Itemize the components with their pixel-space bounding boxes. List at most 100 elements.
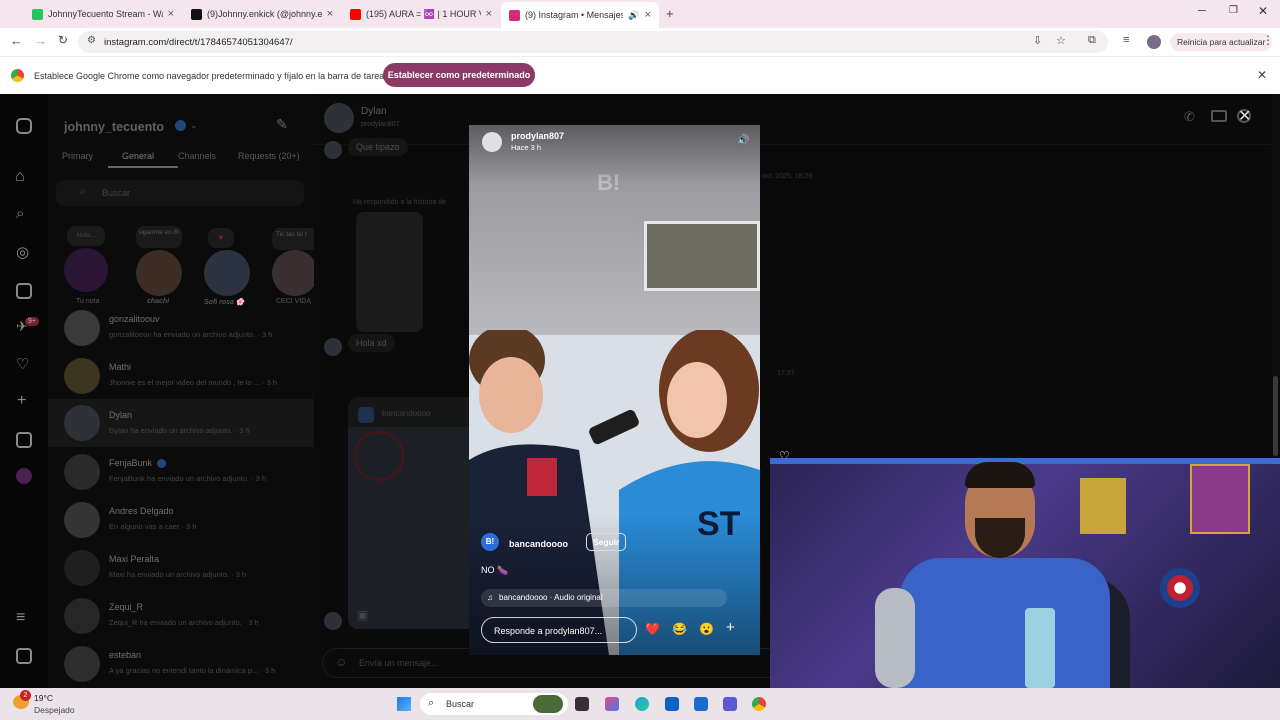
thread-item[interactable]: Maxi Peralta Maxi ha enviado un archivo … — [48, 550, 314, 598]
avatar — [64, 550, 100, 586]
story-account[interactable]: bancandoooo — [509, 539, 568, 549]
weather-badge: 2 — [20, 690, 31, 701]
chat-name[interactable]: Dylan — [361, 106, 387, 117]
profile-avatar[interactable] — [16, 468, 32, 484]
thread-item[interactable]: Zequi_R Zequi_R ha enviado un archivo ad… — [48, 598, 314, 646]
audio-pill[interactable]: ♫ bancandoooo · Audio original — [481, 589, 727, 607]
note-sofi[interactable]: ♥ Sofi rosa 🌸 — [202, 226, 258, 306]
active-tab-underline — [108, 166, 178, 168]
drink-can — [1025, 608, 1055, 688]
media-controls-icon[interactable]: ≡ — [1123, 34, 1129, 46]
reaction-heart-button[interactable]: ❤️ — [645, 622, 660, 636]
notifications-heart-icon[interactable]: ♡ — [16, 355, 29, 373]
close-tab-icon[interactable]: × — [327, 8, 333, 20]
copilot-icon[interactable] — [605, 697, 619, 711]
tab-general[interactable]: General — [122, 151, 154, 161]
reel-icon[interactable]: ▣ — [357, 608, 368, 622]
scrollbar-thumb[interactable] — [1273, 376, 1278, 456]
windows-start-icon[interactable] — [397, 697, 411, 711]
task-view-icon[interactable] — [575, 697, 589, 711]
site-info-icon[interactable]: ⚙ — [87, 35, 96, 46]
more-reactions-plus-icon[interactable]: + — [726, 619, 735, 636]
maximize-icon[interactable]: ❐ — [1229, 5, 1238, 16]
outlook-icon[interactable] — [665, 697, 679, 711]
tab-primary[interactable]: Primary — [62, 151, 93, 161]
close-tab-icon[interactable]: × — [486, 8, 492, 20]
extensions-icon[interactable]: ⧉ — [1088, 34, 1096, 47]
note-ceci[interactable]: Tic tac tic t CECI VIDA — [270, 226, 314, 306]
avatar — [64, 598, 100, 634]
explore-icon[interactable]: ◎ — [16, 243, 29, 261]
avatar — [204, 250, 250, 296]
chat-avatar[interactable] — [324, 103, 354, 133]
story-viewer[interactable]: B! ST prodylan807 Hace 3 h 🔊 B! bancando… — [469, 125, 760, 655]
story-user-avatar[interactable] — [482, 132, 502, 152]
mute-icon[interactable]: 🔊 — [737, 135, 749, 146]
speaker-icon[interactable]: 🔊 — [628, 10, 639, 21]
chevron-down-icon[interactable]: ⌄ — [190, 120, 198, 131]
close-infobar-icon[interactable]: ✕ — [1257, 68, 1267, 82]
tab-channels[interactable]: Channels — [178, 151, 216, 161]
note-chachi[interactable]: siganme en B! chachi — [136, 226, 186, 306]
reels-icon[interactable] — [16, 283, 32, 299]
store-icon[interactable] — [694, 697, 708, 711]
reload-icon[interactable]: ↻ — [58, 33, 68, 47]
thread-item[interactable]: esteban A ya gracias no entendi tanto la… — [48, 646, 314, 688]
close-tab-icon[interactable]: × — [168, 8, 174, 20]
back-icon[interactable]: ← — [10, 33, 23, 48]
new-message-icon[interactable]: ✎ — [276, 116, 288, 133]
infobar-text: Establece Google Chrome como navegador p… — [34, 71, 389, 81]
search-icon: ⌕ — [80, 186, 86, 197]
tab-tiktok[interactable]: (9)Johnny.enkick (@johnny.enk × — [183, 3, 341, 25]
minimize-icon[interactable]: ─ — [1198, 5, 1206, 17]
more-menu-icon[interactable]: ≡ — [16, 609, 25, 627]
forward-icon[interactable]: → — [34, 33, 47, 48]
search-icon[interactable]: ⌕ — [16, 205, 24, 222]
story-reply-input[interactable]: Responde a prodylan807... — [481, 617, 637, 643]
chrome-icon[interactable] — [752, 697, 766, 711]
close-story-icon[interactable]: ✕ — [1238, 106, 1251, 126]
story-username[interactable]: prodylan807 — [511, 131, 564, 141]
follow-button[interactable]: Seguir — [586, 533, 627, 551]
new-tab-icon[interactable]: + — [666, 6, 674, 21]
home-icon[interactable]: ⌂ — [15, 168, 25, 186]
meta-apps-icon[interactable] — [16, 648, 32, 664]
update-button[interactable]: Reinicia para actualizar — [1170, 33, 1273, 51]
verified-icon — [157, 459, 166, 468]
thread-item[interactable]: gonzalitoouv gonzalitoouv ha enviado un … — [48, 310, 314, 358]
thread-item[interactable]: FenjaBunk FenjaBunk ha enviado un archiv… — [48, 454, 314, 502]
tab-kick[interactable]: JohnnyTecuento Stream - Watc × — [24, 3, 182, 25]
menu-icon[interactable]: ⋮ — [1262, 33, 1274, 47]
address-bar[interactable]: ⚙ instagram.com/direct/t/178465740513046… — [78, 31, 1108, 53]
reaction-laugh-button[interactable]: 😂 — [672, 622, 687, 636]
instagram-logo-icon[interactable] — [16, 118, 32, 134]
close-tab-icon[interactable]: × — [645, 9, 651, 21]
thread-item[interactable]: Andres Delgado En alguno vas a caer · 3 … — [48, 502, 314, 550]
account-username[interactable]: johnny_tecuento — [64, 120, 164, 134]
create-plus-icon[interactable]: + — [17, 392, 26, 410]
close-window-icon[interactable]: ✕ — [1258, 4, 1268, 18]
teams-icon[interactable] — [723, 697, 737, 711]
tab-instagram[interactable]: (9) Instagram • Mensajes 🔊 × — [501, 2, 659, 28]
search-input[interactable]: ⌕ Buscar — [56, 180, 304, 206]
note-self[interactable]: Nota... Tu nota — [62, 226, 108, 305]
tab-requests[interactable]: Requests (20+) — [238, 151, 300, 161]
profile-avatar[interactable] — [1147, 35, 1161, 49]
thread-item-selected[interactable]: Dylan Dylan ha enviado un archivo adjunt… — [48, 399, 314, 447]
story-reply-thumbnail[interactable] — [356, 212, 423, 332]
instagram-icon — [509, 9, 520, 21]
avatar — [324, 338, 342, 356]
bookmark-star-icon[interactable]: ☆ — [1056, 34, 1066, 47]
dashboard-icon[interactable] — [16, 432, 32, 448]
shared-reel[interactable]: bancandoooo — [348, 397, 488, 629]
install-app-icon[interactable]: ⇩ — [1033, 34, 1042, 47]
reaction-wow-button[interactable]: 😮 — [699, 622, 714, 636]
tab-youtube[interactable]: (195) AURA = ♾️ | 1 HOUR VII × — [342, 3, 500, 25]
voice-call-icon[interactable]: ✆ — [1184, 109, 1195, 125]
set-default-button[interactable]: Establecer como predeterminado — [383, 63, 535, 87]
account-logo-icon: B! — [481, 533, 499, 551]
video-call-icon[interactable] — [1211, 110, 1227, 122]
emoji-icon[interactable]: ☺ — [335, 655, 347, 669]
edge-icon[interactable] — [635, 697, 649, 711]
weather-desc: Despejado — [34, 705, 75, 715]
